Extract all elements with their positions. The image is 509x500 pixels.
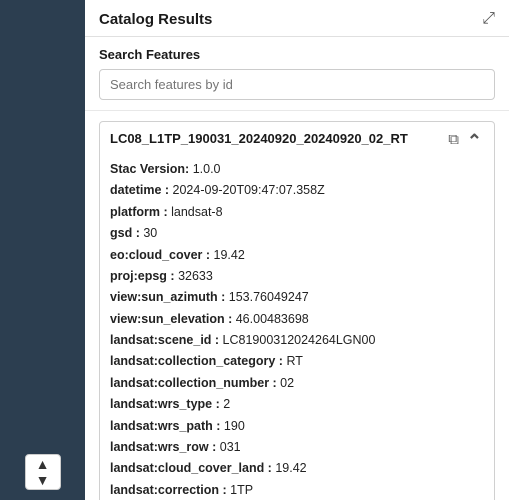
property-key: platform : (110, 205, 171, 219)
property-value: RT (286, 354, 302, 368)
result-item-header: LC08_L1TP_190031_20240920_20240920_02_RT… (110, 130, 484, 152)
property-value: landsat-8 (171, 205, 222, 219)
property-key: datetime : (110, 183, 173, 197)
property-key: view:sun_elevation : (110, 312, 236, 326)
property-key: Stac Version: (110, 162, 193, 176)
property-key: landsat:cloud_cover_land : (110, 461, 275, 475)
result-item-actions: ⧉ ⌃ (446, 130, 484, 152)
property-value: 2 (223, 397, 230, 411)
property-value: 19.42 (275, 461, 306, 475)
property-key: landsat:collection_category : (110, 354, 286, 368)
property-row: landsat:wrs_type : 2 (110, 395, 484, 414)
property-key: proj:epsg : (110, 269, 178, 283)
expand-icon[interactable]: ⤢ (482, 10, 495, 28)
property-row: proj:epsg : 32633 (110, 267, 484, 286)
panel-header: Catalog Results ⤢ (85, 0, 509, 37)
property-key: view:sun_azimuth : (110, 290, 229, 304)
scroll-arrows-icon: ▲▼ (36, 456, 50, 488)
property-row: view:sun_azimuth : 153.76049247 (110, 288, 484, 307)
result-item: LC08_L1TP_190031_20240920_20240920_02_RT… (99, 121, 495, 500)
property-value: 32633 (178, 269, 213, 283)
property-value: 153.76049247 (229, 290, 309, 304)
property-row: landsat:wrs_path : 190 (110, 417, 484, 436)
collapse-button[interactable]: ⌃ (465, 130, 484, 152)
left-sidebar: ▲▼ (0, 0, 85, 500)
property-value: 1.0.0 (193, 162, 221, 176)
search-input-wrapper (99, 69, 495, 100)
property-key: landsat:wrs_path : (110, 419, 224, 433)
property-key: eo:cloud_cover : (110, 248, 214, 262)
property-row: platform : landsat-8 (110, 203, 484, 222)
property-key: landsat:scene_id : (110, 333, 223, 347)
property-row: eo:cloud_cover : 19.42 (110, 246, 484, 265)
property-key: landsat:wrs_row : (110, 440, 220, 454)
property-value: 46.00483698 (236, 312, 309, 326)
property-row: Stac Version: 1.0.0 (110, 160, 484, 179)
copy-button[interactable]: ⧉ (446, 130, 461, 152)
property-value: 30 (143, 226, 157, 240)
property-value: 19.42 (214, 248, 245, 262)
sidebar-scroll-button[interactable]: ▲▼ (25, 454, 61, 490)
property-value: 031 (220, 440, 241, 454)
property-value: 2024-09-20T09:47:07.358Z (173, 183, 325, 197)
catalog-results-panel: Catalog Results ⤢ Search Features LC08_L… (85, 0, 509, 500)
properties-list: Stac Version: 1.0.0 datetime : 2024-09-20… (110, 160, 484, 500)
property-key: landsat:collection_number : (110, 376, 280, 390)
search-section: Search Features (85, 37, 509, 111)
search-input[interactable] (99, 69, 495, 100)
property-row: landsat:scene_id : LC81900312024264LGN00 (110, 331, 484, 350)
property-row: landsat:wrs_row : 031 (110, 438, 484, 457)
property-value: 1TP (230, 483, 253, 497)
result-item-title: LC08_L1TP_190031_20240920_20240920_02_RT (110, 130, 438, 148)
results-area[interactable]: LC08_L1TP_190031_20240920_20240920_02_RT… (85, 111, 509, 500)
property-row: landsat:correction : 1TP (110, 481, 484, 500)
panel-title: Catalog Results (99, 11, 212, 28)
property-key: landsat:correction : (110, 483, 230, 497)
property-value: LC81900312024264LGN00 (223, 333, 376, 347)
property-row: landsat:collection_category : RT (110, 352, 484, 371)
property-key: gsd : (110, 226, 143, 240)
property-row: landsat:collection_number : 02 (110, 374, 484, 393)
property-row: view:sun_elevation : 46.00483698 (110, 310, 484, 329)
property-row: gsd : 30 (110, 224, 484, 243)
property-value: 02 (280, 376, 294, 390)
property-key: landsat:wrs_type : (110, 397, 223, 411)
property-row: landsat:cloud_cover_land : 19.42 (110, 459, 484, 478)
property-row: datetime : 2024-09-20T09:47:07.358Z (110, 181, 484, 200)
property-value: 190 (224, 419, 245, 433)
search-features-label: Search Features (99, 47, 495, 62)
